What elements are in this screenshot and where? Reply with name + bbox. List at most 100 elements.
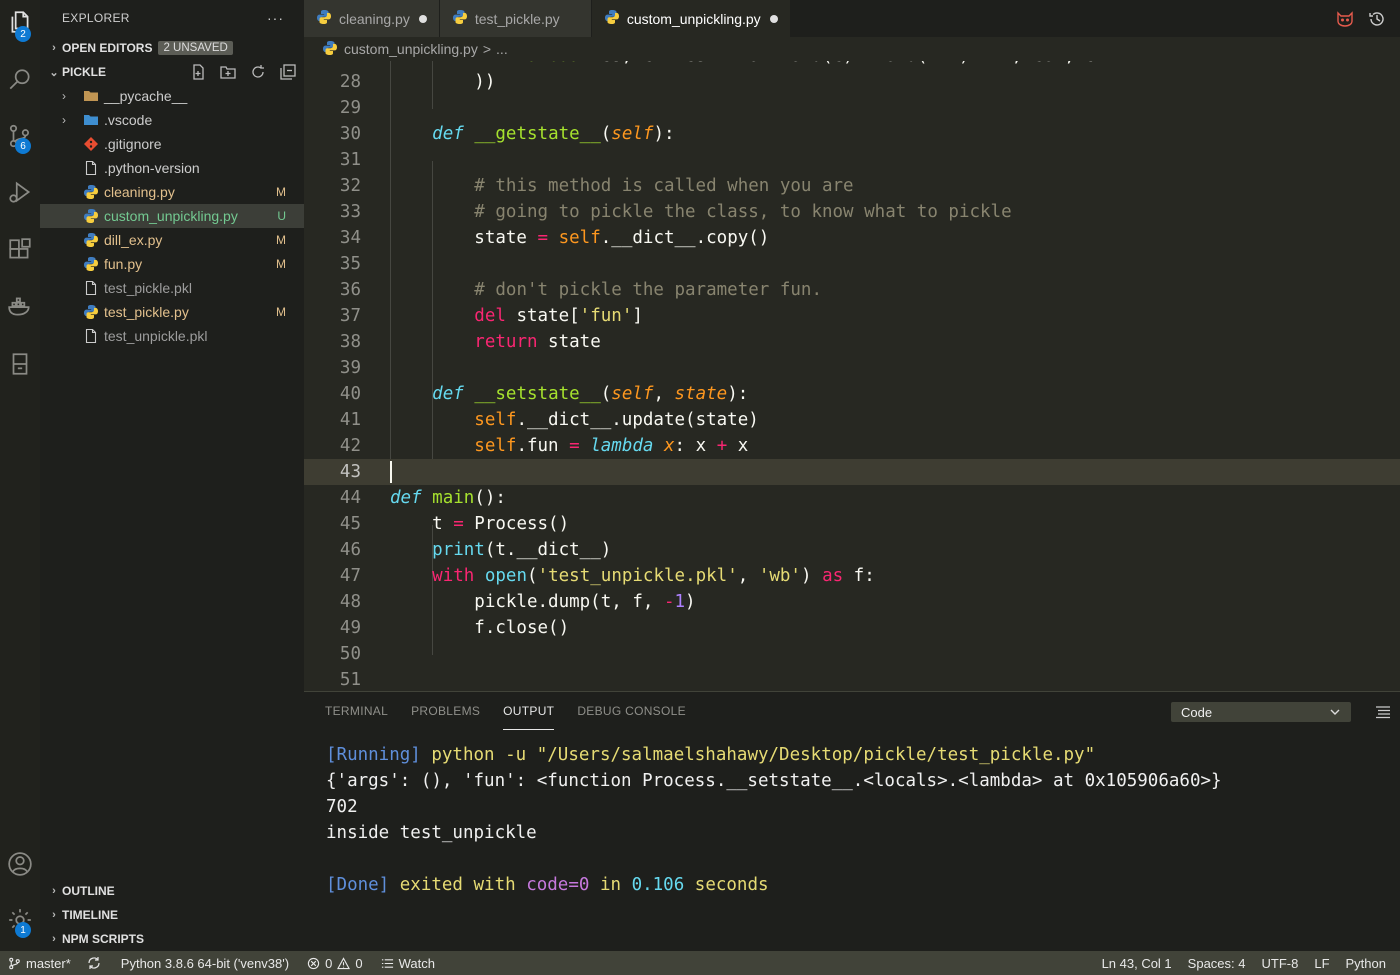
cursor-position[interactable]: Ln 43, Col 1: [1102, 956, 1172, 971]
code-line[interactable]: 39: [304, 355, 1400, 381]
code-line[interactable]: 32 # this method is called when you are: [304, 173, 1400, 199]
manage-activity[interactable]: 1: [0, 900, 40, 940]
refresh-icon[interactable]: [250, 64, 266, 80]
tab-terminal[interactable]: TERMINAL: [325, 692, 388, 730]
file-item[interactable]: test_pickle.py M: [40, 300, 304, 324]
code-text: t = Process(): [390, 514, 570, 534]
source-control-activity[interactable]: 6: [0, 116, 40, 156]
file-item[interactable]: .python-version: [40, 156, 304, 180]
code-line[interactable]: 35: [304, 251, 1400, 277]
timeline-section[interactable]: › TIMELINE: [40, 903, 304, 927]
code-line[interactable]: 41 self.__dict__.update(state): [304, 407, 1400, 433]
list-filter-icon[interactable]: [1375, 704, 1391, 720]
tab-custom-unpickling[interactable]: custom_unpickling.py: [591, 0, 791, 37]
file-item[interactable]: custom_unpickling.py U: [40, 204, 304, 228]
chevron-right-icon: ›: [62, 89, 66, 103]
file-item[interactable]: test_pickle.pkl: [40, 276, 304, 300]
code-line[interactable]: 51: [304, 667, 1400, 691]
line-number: 49: [339, 618, 361, 638]
code-line[interactable]: 49 f.close(): [304, 615, 1400, 641]
line-number: 47: [339, 566, 361, 586]
branch-status[interactable]: master*: [8, 956, 71, 971]
output-channel-value: Code: [1181, 704, 1213, 720]
code-line[interactable]: 28 )): [304, 69, 1400, 95]
accounts-activity[interactable]: [0, 844, 40, 884]
file-item[interactable]: fun.py M: [40, 252, 304, 276]
code-text: def __setstate__(self, state):: [432, 384, 749, 404]
explorer-header: EXPLORER ···: [40, 0, 304, 36]
file-item[interactable]: test_unpickle.pkl: [40, 324, 304, 348]
breadcrumb-file[interactable]: custom_unpickling.py: [344, 41, 478, 57]
code-line[interactable]: 34 state = self.__dict__.copy(): [304, 225, 1400, 251]
language-mode[interactable]: Python: [1346, 956, 1386, 971]
line-number: 46: [339, 540, 361, 560]
folder-section[interactable]: ⌄ PICKLE: [40, 60, 304, 84]
panel-activity[interactable]: [0, 344, 40, 384]
file-item[interactable]: .gitignore: [40, 132, 304, 156]
unsaved-dot-icon[interactable]: [769, 14, 778, 23]
watch-status[interactable]: Watch: [381, 956, 435, 971]
code-line[interactable]: 43: [304, 459, 1400, 485]
encoding-status[interactable]: UTF-8: [1262, 956, 1299, 971]
file-tree: › __pycache__ › .vscode .gitignore .python-ve…: [40, 84, 304, 348]
code-line[interactable]: 31: [304, 147, 1400, 173]
text-cursor: [390, 461, 392, 483]
file-icon: [82, 328, 100, 344]
problems-status[interactable]: 0 0: [307, 956, 363, 971]
code-line[interactable]: 37 del state['fun']: [304, 303, 1400, 329]
explorer-activity[interactable]: 2: [0, 2, 40, 42]
code-editor[interactable]: 27 lambda res, c: res * 26 + ord(c) - or…: [304, 61, 1400, 691]
file-item[interactable]: cleaning.py M: [40, 180, 304, 204]
python-icon: [604, 9, 620, 28]
output-channel-select[interactable]: Code: [1171, 702, 1351, 722]
more-actions-button[interactable]: ···: [267, 10, 284, 26]
tab-output[interactable]: OUTPUT: [503, 692, 555, 730]
tab-debug-console[interactable]: DEBUG CONSOLE: [577, 692, 686, 730]
indentation-status[interactable]: Spaces: 4: [1188, 956, 1246, 971]
tab-problems[interactable]: PROBLEMS: [411, 692, 480, 730]
breadcrumb-symbols[interactable]: ...: [496, 41, 508, 57]
python-icon: [82, 208, 100, 224]
code-line[interactable]: 30 def __getstate__(self):: [304, 121, 1400, 147]
run-debug-activity[interactable]: [0, 172, 40, 212]
extensions-activity[interactable]: [0, 230, 40, 270]
code-line[interactable]: 33 # going to pickle the class, to know …: [304, 199, 1400, 225]
code-line[interactable]: 27 lambda res, c: res * 26 + ord(c) - or…: [304, 61, 1400, 69]
outline-section[interactable]: › OUTLINE: [40, 879, 304, 903]
code-line[interactable]: 48 pickle.dump(t, f, -1): [304, 589, 1400, 615]
sync-status[interactable]: [87, 956, 101, 970]
code-line[interactable]: 47 with open('test_unpickle.pkl', 'wb') …: [304, 563, 1400, 589]
code-line[interactable]: 46 print(t.__dict__): [304, 537, 1400, 563]
file-item[interactable]: › .vscode: [40, 108, 304, 132]
eol-status[interactable]: LF: [1314, 956, 1329, 971]
npm-scripts-section[interactable]: › NPM SCRIPTS: [40, 927, 304, 951]
new-folder-icon[interactable]: [220, 64, 236, 80]
new-file-icon[interactable]: [190, 64, 206, 80]
file-item[interactable]: › __pycache__: [40, 84, 304, 108]
code-line[interactable]: 44 def main():: [304, 485, 1400, 511]
search-activity[interactable]: [0, 60, 40, 100]
collapse-all-icon[interactable]: [280, 64, 296, 80]
code-line[interactable]: 45 t = Process(): [304, 511, 1400, 537]
history-icon[interactable]: [1368, 10, 1386, 28]
watch-label: Watch: [398, 955, 435, 971]
code-line[interactable]: 50: [304, 641, 1400, 667]
cat-icon[interactable]: [1336, 10, 1354, 28]
python-icon: [82, 256, 100, 272]
code-line[interactable]: 29: [304, 95, 1400, 121]
docker-activity[interactable]: [0, 286, 40, 326]
interpreter-status[interactable]: Python 3.8.6 64-bit ('venv38'): [121, 956, 289, 971]
output-line-dict: {'args': (), 'fun': <function Process.__…: [326, 771, 1222, 791]
open-editors-section[interactable]: › OPEN EDITORS 2 UNSAVED: [40, 36, 304, 60]
code-line[interactable]: 42 self.fun = lambda x: x + x: [304, 433, 1400, 459]
file-item[interactable]: dill_ex.py M: [40, 228, 304, 252]
code-line[interactable]: 40 def __setstate__(self, state):: [304, 381, 1400, 407]
outline-label: OUTLINE: [62, 884, 115, 898]
code-text: def main():: [390, 488, 506, 508]
code-line[interactable]: 36 # don't pickle the parameter fun.: [304, 277, 1400, 303]
code-line[interactable]: 38 return state: [304, 329, 1400, 355]
tab-test-pickle[interactable]: test_pickle.py: [439, 0, 592, 37]
unsaved-dot-icon[interactable]: [418, 14, 427, 23]
tab-cleaning[interactable]: cleaning.py: [304, 0, 440, 37]
file-name: test_pickle.pkl: [104, 280, 192, 296]
